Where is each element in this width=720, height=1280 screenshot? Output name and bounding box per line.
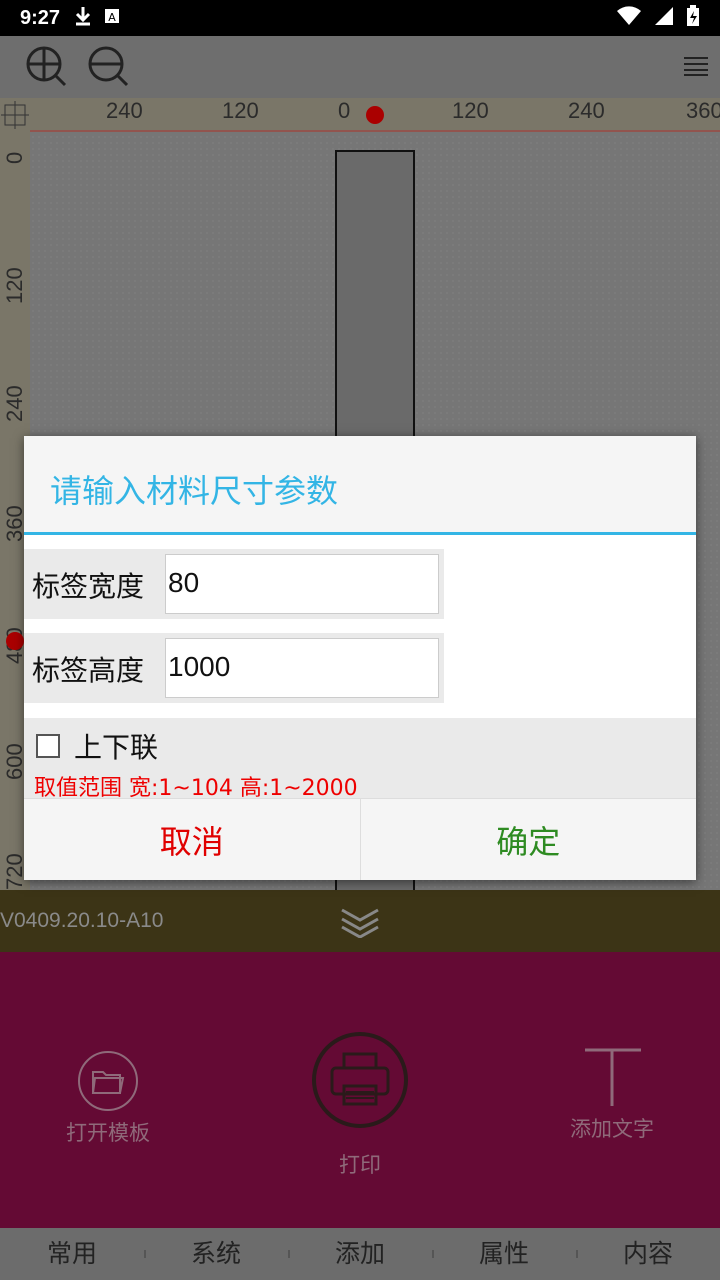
- ruler-label: 120: [222, 98, 259, 123]
- horizontal-ruler: 240 120 0 120 240 360: [0, 98, 720, 132]
- print-label: 打印: [339, 1153, 381, 1177]
- tab-content[interactable]: 内容: [576, 1228, 720, 1280]
- dialog-title: 请输入材料尺寸参数: [50, 472, 339, 510]
- linked-checkbox-label: 上下联: [74, 731, 159, 764]
- dialog-options: 上下联 取值范围 宽:1~104 高:1~2000: [24, 718, 696, 801]
- collapse-chevron-icon[interactable]: [338, 902, 382, 939]
- bottom-tab-bar: 常用 系统 添加 属性 内容: [0, 1228, 720, 1280]
- label-height-row: 标签高度 1000: [24, 633, 444, 703]
- label-width-row: 标签宽度 80: [24, 549, 444, 619]
- a-icon: A: [104, 8, 120, 29]
- linked-checkbox[interactable]: [36, 734, 60, 758]
- ruler-label: 120: [452, 98, 489, 123]
- ruler-label: 240: [106, 98, 143, 123]
- material-size-dialog: 请输入材料尺寸参数 标签宽度 80 标签高度 1000 上下联 取值范围 宽:1…: [24, 436, 696, 880]
- label-width-input[interactable]: 80: [165, 554, 439, 614]
- tab-properties[interactable]: 属性: [432, 1228, 576, 1280]
- ruler-corner-icon[interactable]: [0, 98, 30, 132]
- printer-icon: [312, 1032, 408, 1128]
- ruler-marker: [6, 632, 24, 650]
- tab-add[interactable]: 添加: [288, 1228, 432, 1280]
- print-button[interactable]: 打印: [310, 1030, 410, 1179]
- version-text: V0409.20.10-A10: [0, 909, 164, 932]
- ruler-label: 0: [2, 151, 27, 164]
- action-panel: 打开模板 打印 添加文字: [0, 952, 720, 1228]
- battery-icon: [686, 4, 700, 32]
- signal-icon: [654, 6, 674, 31]
- linked-checkbox-row[interactable]: 上下联: [36, 726, 158, 766]
- add-text-label: 添加文字: [570, 1117, 654, 1141]
- ruler-label: 240: [2, 385, 27, 422]
- label-height-input[interactable]: 1000: [165, 638, 439, 698]
- dialog-buttons: 取消 确定: [24, 798, 696, 880]
- zoom-out-icon[interactable]: [86, 44, 130, 88]
- ruler-label: 240: [568, 98, 605, 123]
- label-width-label: 标签宽度: [32, 570, 145, 603]
- ruler-marker: [366, 106, 384, 124]
- text-t-icon: [585, 1048, 641, 1106]
- download-icon: [74, 6, 92, 31]
- label-height-label: 标签高度: [32, 654, 145, 687]
- toolbar: [0, 36, 720, 98]
- svg-text:A: A: [108, 11, 116, 24]
- tab-common[interactable]: 常用: [0, 1228, 144, 1280]
- ruler-label: 360: [686, 98, 720, 123]
- folder-icon: [78, 1051, 138, 1111]
- add-text-button[interactable]: 添加文字: [562, 1046, 662, 1143]
- zoom-in-icon[interactable]: [24, 44, 68, 88]
- cancel-button[interactable]: 取消: [24, 799, 360, 880]
- menu-icon[interactable]: [682, 56, 710, 76]
- open-template-button[interactable]: 打开模板: [58, 1050, 158, 1147]
- status-bar: 9:27 A: [0, 0, 720, 36]
- dialog-body: 标签宽度 80 标签高度 1000: [24, 535, 696, 718]
- ruler-label: 0: [338, 98, 351, 123]
- open-template-label: 打开模板: [66, 1121, 150, 1145]
- tab-system[interactable]: 系统: [144, 1228, 288, 1280]
- version-bar: V0409.20.10-A10: [0, 890, 720, 952]
- ruler-label: 120: [2, 267, 27, 304]
- wifi-icon: [616, 5, 642, 31]
- status-time: 9:27: [20, 6, 61, 29]
- confirm-button[interactable]: 确定: [359, 799, 696, 880]
